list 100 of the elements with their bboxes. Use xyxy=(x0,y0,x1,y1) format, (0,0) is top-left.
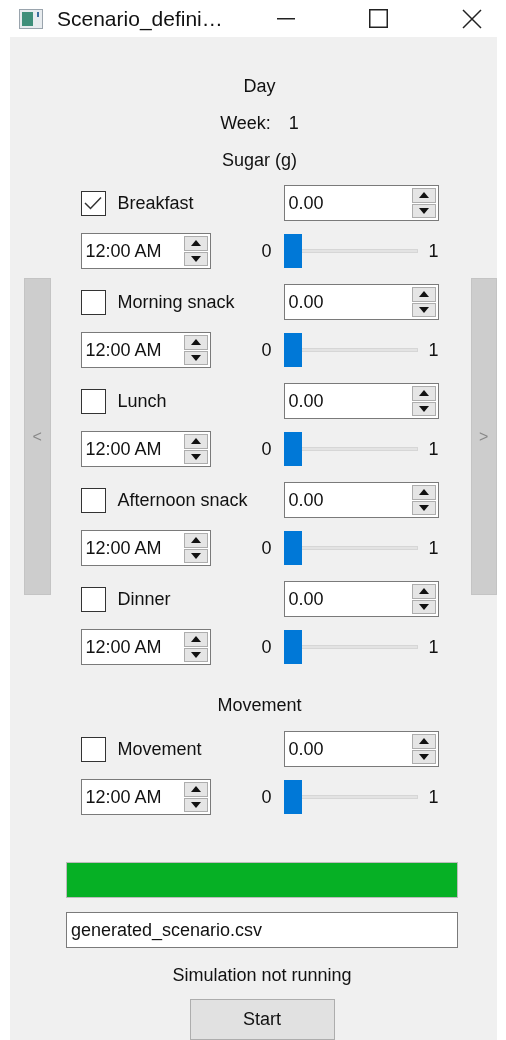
down-arrow-icon xyxy=(418,753,429,760)
decrement-button[interactable] xyxy=(411,599,436,614)
checkbox[interactable] xyxy=(80,190,106,216)
increment-button[interactable] xyxy=(411,386,436,401)
slider-max-label: 1 xyxy=(428,438,439,460)
down-arrow-icon xyxy=(418,504,429,511)
slider-min-label: 0 xyxy=(261,438,273,460)
slider-max-label: 1 xyxy=(428,636,439,658)
time-spinbox[interactable]: 12:00 AM xyxy=(80,233,211,269)
slider[interactable] xyxy=(283,234,418,268)
filename-field[interactable]: generated_scenario.csv xyxy=(66,912,458,948)
decrement-button[interactable] xyxy=(411,203,436,218)
decrement-button[interactable] xyxy=(183,350,208,365)
increment-button[interactable] xyxy=(183,335,208,350)
decrement-button[interactable] xyxy=(183,449,208,464)
time-input[interactable]: 12:00 AM xyxy=(81,432,184,466)
decrement-button[interactable] xyxy=(411,302,436,317)
amount-spinbox[interactable]: 0.00 xyxy=(283,383,439,419)
app-icon xyxy=(19,8,43,29)
amount-spinbox[interactable]: 0.00 xyxy=(283,731,439,767)
checkbox[interactable] xyxy=(80,586,106,612)
down-arrow-icon xyxy=(190,255,201,262)
close-icon[interactable] xyxy=(462,8,482,29)
slider-min-label: 0 xyxy=(261,339,273,361)
up-arrow-icon xyxy=(418,738,429,745)
time-spinbox[interactable]: 12:00 AM xyxy=(80,332,211,368)
time-spinbox[interactable]: 12:00 AM xyxy=(80,530,211,566)
item-label: Dinner xyxy=(117,588,171,610)
increment-button[interactable] xyxy=(411,584,436,599)
day-label: Day xyxy=(243,76,276,97)
up-arrow-icon xyxy=(418,489,429,496)
minimize-icon[interactable] xyxy=(277,17,295,20)
increment-button[interactable] xyxy=(183,632,208,647)
down-arrow-icon xyxy=(418,603,429,610)
item-label: Breakfast xyxy=(117,192,194,214)
decrement-button[interactable] xyxy=(183,548,208,563)
increment-button[interactable] xyxy=(411,485,436,500)
time-input[interactable]: 12:00 AM xyxy=(81,780,184,814)
slider-min-label: 0 xyxy=(261,537,273,559)
down-arrow-icon xyxy=(418,207,429,214)
down-arrow-icon xyxy=(190,354,201,361)
item-label: Afternoon snack xyxy=(117,489,248,511)
time-input[interactable]: 12:00 AM xyxy=(81,234,184,268)
time-input[interactable]: 12:00 AM xyxy=(81,630,184,664)
slider-max-label: 1 xyxy=(428,786,439,808)
slider[interactable] xyxy=(283,432,418,466)
checkbox[interactable] xyxy=(80,289,106,315)
time-spinbox[interactable]: 12:00 AM xyxy=(80,779,211,815)
decrement-button[interactable] xyxy=(183,251,208,266)
section-heading: Movement xyxy=(217,695,302,716)
amount-input[interactable]: 0.00 xyxy=(284,483,412,517)
time-spinbox[interactable]: 12:00 AM xyxy=(80,629,211,665)
slider-min-label: 0 xyxy=(261,786,273,808)
window-title: Scenario_defini… xyxy=(57,6,223,31)
checkbox[interactable] xyxy=(80,388,106,414)
amount-input[interactable]: 0.00 xyxy=(284,384,412,418)
up-arrow-icon xyxy=(190,438,201,445)
decrement-button[interactable] xyxy=(411,401,436,416)
increment-button[interactable] xyxy=(183,533,208,548)
item-label: Morning snack xyxy=(117,291,235,313)
slider[interactable] xyxy=(283,531,418,565)
checkbox[interactable] xyxy=(80,736,106,762)
increment-button[interactable] xyxy=(183,236,208,251)
decrement-button[interactable] xyxy=(183,797,208,812)
start-button[interactable]: Start xyxy=(189,999,335,1040)
amount-input[interactable]: 0.00 xyxy=(284,582,412,616)
amount-spinbox[interactable]: 0.00 xyxy=(283,581,439,617)
slider[interactable] xyxy=(283,630,418,664)
increment-button[interactable] xyxy=(183,434,208,449)
checkbox[interactable] xyxy=(80,487,106,513)
amount-spinbox[interactable]: 0.00 xyxy=(283,482,439,518)
time-input[interactable]: 12:00 AM xyxy=(81,531,184,565)
slider[interactable] xyxy=(283,780,418,814)
down-arrow-icon xyxy=(190,453,201,460)
week-value: 1 xyxy=(288,113,299,134)
slider-min-label: 0 xyxy=(261,240,273,262)
amount-spinbox[interactable]: 0.00 xyxy=(283,284,439,320)
maximize-icon[interactable] xyxy=(369,9,388,28)
decrement-button[interactable] xyxy=(411,500,436,515)
down-arrow-icon xyxy=(190,801,201,808)
up-arrow-icon xyxy=(418,588,429,595)
increment-button[interactable] xyxy=(411,734,436,749)
decrement-button[interactable] xyxy=(183,647,208,662)
up-arrow-icon xyxy=(190,240,201,247)
time-spinbox[interactable]: 12:00 AM xyxy=(80,431,211,467)
down-arrow-icon xyxy=(418,405,429,412)
slider-max-label: 1 xyxy=(428,240,439,262)
amount-spinbox[interactable]: 0.00 xyxy=(283,185,439,221)
increment-button[interactable] xyxy=(411,188,436,203)
up-arrow-icon xyxy=(190,786,201,793)
amount-input[interactable]: 0.00 xyxy=(284,285,412,319)
slider[interactable] xyxy=(283,333,418,367)
time-input[interactable]: 12:00 AM xyxy=(81,333,184,367)
amount-input[interactable]: 0.00 xyxy=(284,186,412,220)
item-label: Movement xyxy=(117,738,202,760)
increment-button[interactable] xyxy=(183,782,208,797)
increment-button[interactable] xyxy=(411,287,436,302)
up-arrow-icon xyxy=(190,537,201,544)
amount-input[interactable]: 0.00 xyxy=(284,732,412,766)
decrement-button[interactable] xyxy=(411,749,436,764)
